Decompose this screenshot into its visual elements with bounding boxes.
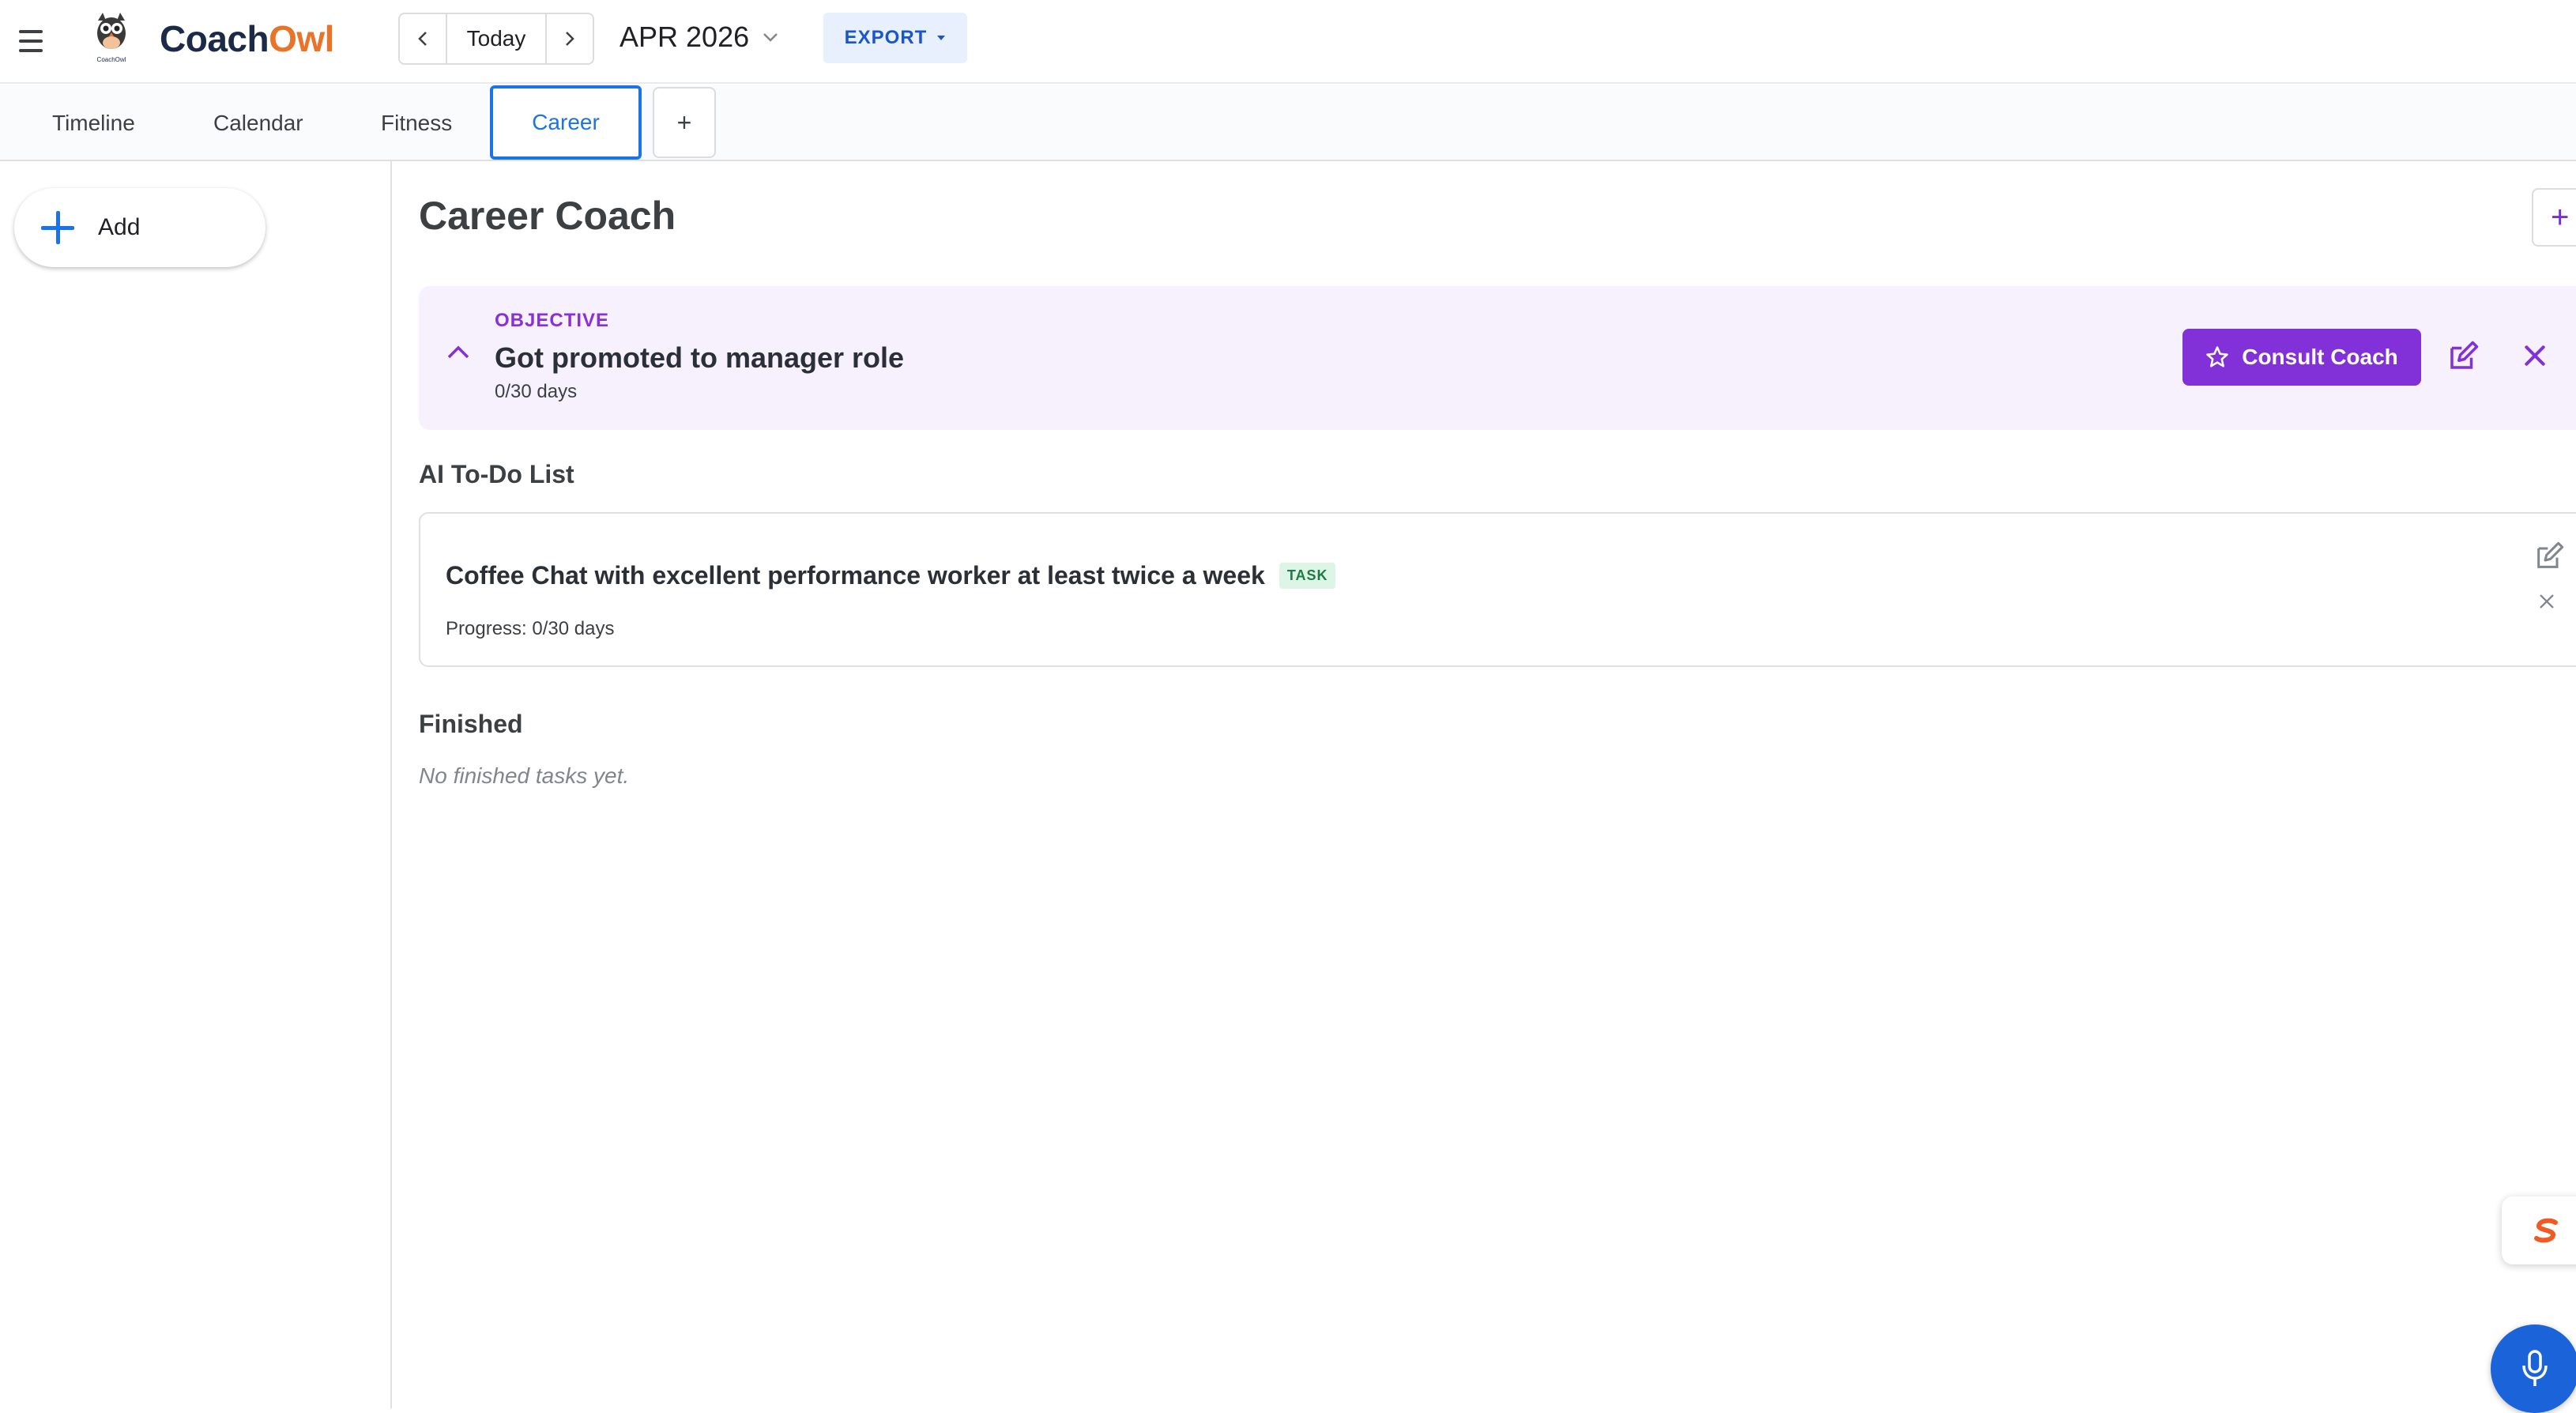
tab-fitness[interactable]: Fitness	[381, 85, 452, 161]
star-icon	[2206, 346, 2228, 367]
month-label: APR 2026	[620, 21, 750, 53]
next-button[interactable]	[547, 14, 593, 63]
brand-part-1: Coach	[160, 18, 269, 59]
menu-icon[interactable]	[19, 30, 43, 52]
chevron-left-icon	[418, 32, 427, 46]
brand-part-2: Owl	[269, 18, 334, 59]
brand-title: CoachOwl	[160, 19, 334, 58]
tab-calendar[interactable]: Calendar	[213, 85, 303, 161]
chevron-up-icon[interactable]	[446, 343, 471, 362]
add-button[interactable]: Add	[14, 188, 266, 267]
export-button[interactable]: EXPORT	[823, 13, 967, 63]
page-title: Career Coach	[419, 194, 676, 238]
add-tab-button[interactable]: +	[653, 87, 716, 158]
month-selector[interactable]: APR 2026	[620, 21, 779, 54]
tab-timeline[interactable]: Timeline	[52, 85, 135, 161]
task-card[interactable]: Coffee Chat with excellent performance w…	[419, 512, 2576, 667]
consult-coach-button[interactable]: Consult Coach	[2182, 329, 2421, 386]
caret-down-icon	[937, 36, 946, 40]
todo-heading: AI To-Do List	[419, 460, 574, 488]
today-button[interactable]: Today	[446, 14, 547, 63]
finished-empty-note: No finished tasks yet.	[419, 763, 630, 788]
export-label: EXPORT	[844, 27, 928, 48]
add-button-label: Add	[98, 214, 141, 240]
task-title: Coffee Chat with excellent performance w…	[446, 561, 1265, 590]
close-icon[interactable]	[2522, 343, 2548, 368]
finished-heading: Finished	[419, 710, 523, 738]
logo-caption: CoachOwl	[97, 56, 126, 63]
task-close-icon[interactable]	[2538, 593, 2555, 610]
consult-coach-label: Consult Coach	[2242, 345, 2398, 369]
s-logo-icon	[2534, 1218, 2558, 1243]
previous-button[interactable]	[400, 14, 446, 63]
task-title-row: Coffee Chat with excellent performance w…	[446, 561, 1336, 590]
objective-tag: OBJECTIVE	[495, 310, 610, 331]
s-widget-button[interactable]	[2502, 1196, 2576, 1264]
microphone-button[interactable]	[2491, 1324, 2576, 1413]
sidebar: Add	[0, 161, 392, 1408]
tab-bar: Timeline Calendar Fitness Career +	[0, 85, 2576, 161]
chevron-right-icon	[566, 32, 574, 46]
owl-logo-icon: CoachOwl	[97, 13, 126, 63]
top-bar: CoachOwl CoachOwl Today APR 2026 EXPORT	[0, 0, 2576, 84]
task-edit-icon[interactable]	[2533, 541, 2565, 572]
microphone-icon	[2522, 1350, 2548, 1386]
chevron-down-icon	[763, 33, 778, 42]
tab-career[interactable]: Career	[490, 85, 642, 160]
task-progress: Progress: 0/30 days	[446, 618, 615, 639]
task-badge: TASK	[1279, 563, 1336, 589]
plus-icon	[41, 211, 74, 244]
edit-icon[interactable]	[2446, 340, 2480, 373]
add-objective-button[interactable]: +	[2532, 188, 2576, 247]
objective-title: Got promoted to manager role	[495, 341, 905, 374]
objective-progress: 0/30 days	[495, 381, 578, 402]
date-navigation: Today	[398, 13, 594, 65]
objective-card: OBJECTIVE Got promoted to manager role 0…	[419, 286, 2576, 430]
